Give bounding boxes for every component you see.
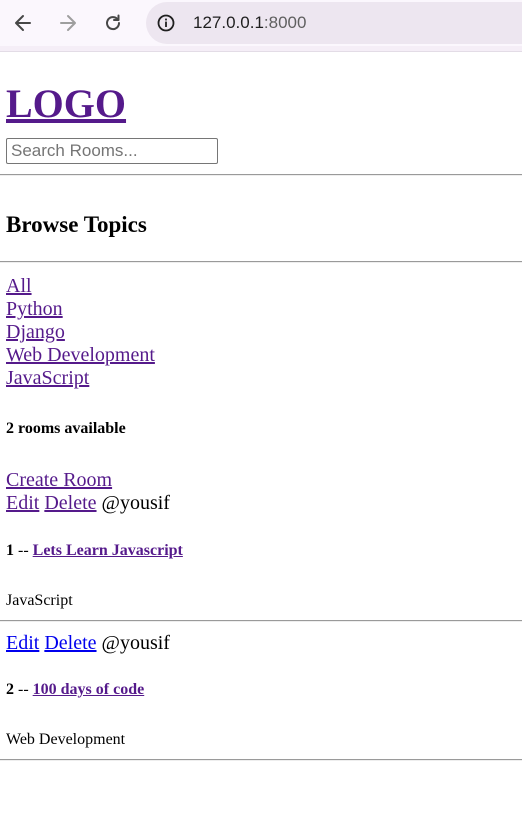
room-topic: JavaScript	[6, 592, 73, 609]
create-room-link[interactable]: Create Room	[6, 469, 522, 492]
room-name-link[interactable]: Lets Learn Javascript	[33, 542, 183, 559]
room-host: @yousif	[101, 492, 170, 514]
room-number: 2	[6, 681, 14, 698]
room-topic: Web Development	[6, 731, 126, 748]
divider	[0, 174, 522, 176]
info-icon	[157, 14, 175, 32]
room-name-link[interactable]: 100 days of code	[33, 681, 145, 698]
topics-list: All Python Django Web Development JavaSc…	[6, 275, 522, 390]
site-info-button[interactable]	[156, 13, 176, 33]
edit-room-link[interactable]: Edit	[6, 492, 39, 514]
browse-topics-title: Browse Topics	[6, 212, 147, 237]
divider	[0, 759, 522, 761]
room-card: Edit Delete @yousif 1 -- Lets Learn Java…	[0, 492, 522, 622]
delete-room-link[interactable]: Delete	[44, 632, 96, 654]
forward-button[interactable]	[55, 10, 81, 36]
address-bar[interactable]: 127.0.0.1:8000	[146, 2, 522, 44]
room-actions: Edit Delete @yousif	[6, 632, 522, 655]
reload-icon	[106, 14, 121, 31]
logo-link[interactable]: LOGO	[6, 81, 126, 126]
arrow-left-icon	[15, 15, 31, 31]
search-form	[6, 138, 522, 166]
room-actions: Edit Delete @yousif	[6, 492, 522, 515]
topic-link-django[interactable]: Django	[6, 321, 522, 344]
page-content: LOGO Browse Topics All Python Django Web…	[0, 80, 522, 761]
url-text[interactable]: 127.0.0.1:8000	[193, 13, 306, 33]
topic-link-javascript[interactable]: JavaScript	[6, 367, 522, 390]
room-number: 1	[6, 542, 14, 559]
room-separator: --	[14, 542, 33, 559]
topic-link-all[interactable]: All	[6, 275, 522, 298]
topic-link-python[interactable]: Python	[6, 298, 522, 321]
arrow-right-icon	[60, 15, 76, 31]
logo-heading: LOGO	[6, 80, 522, 128]
delete-room-link[interactable]: Delete	[44, 492, 96, 514]
url-host: 127.0.0.1	[193, 13, 264, 32]
browser-divider	[0, 46, 522, 52]
search-input[interactable]	[6, 138, 218, 164]
room-title: 2 -- 100 days of code	[6, 681, 522, 699]
divider	[0, 620, 522, 622]
room-host: @yousif	[101, 632, 170, 654]
room-card: Edit Delete @yousif 2 -- 100 days of cod…	[0, 632, 522, 761]
divider	[0, 261, 522, 263]
topic-link-web-development[interactable]: Web Development	[6, 344, 522, 367]
edit-room-link[interactable]: Edit	[6, 632, 39, 654]
room-separator: --	[14, 681, 33, 698]
browser-toolbar: 127.0.0.1:8000	[0, 0, 522, 46]
reload-button[interactable]	[100, 10, 126, 36]
room-title: 1 -- Lets Learn Javascript	[6, 542, 522, 560]
url-port: :8000	[263, 13, 307, 32]
back-button[interactable]	[10, 10, 36, 36]
rooms-count: 2 rooms available	[6, 420, 126, 437]
